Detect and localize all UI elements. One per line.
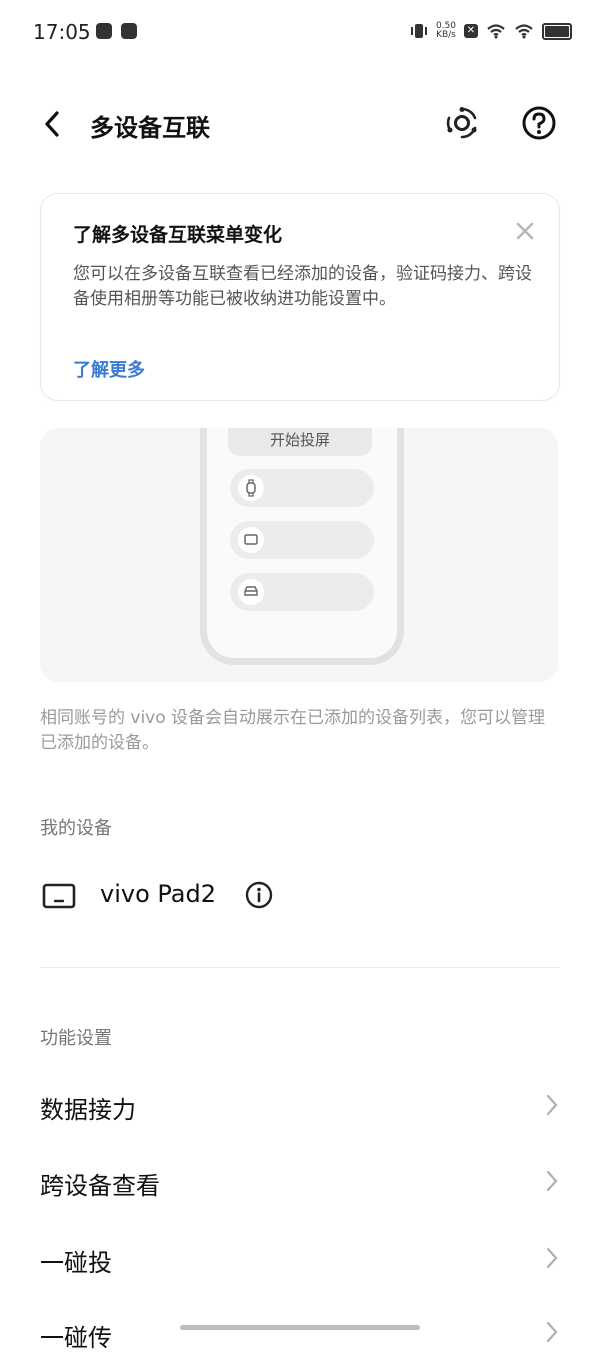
- devices-description: 相同账号的 vivo 设备会自动展示在已添加的设备列表，您可以管理已添加的设备。: [40, 708, 546, 753]
- device-pill-watch: [230, 469, 374, 507]
- setting-cross-device-view[interactable]: 跨设备查看: [40, 1166, 160, 1201]
- info-icon[interactable]: [245, 881, 273, 909]
- setting-data-relay[interactable]: 数据接力: [40, 1090, 136, 1125]
- star-notification-icon: [121, 23, 137, 39]
- chevron-left-icon[interactable]: [40, 108, 66, 140]
- section-divider: [40, 967, 560, 968]
- car-icon: [238, 579, 264, 605]
- x-badge-icon: ✕: [464, 24, 478, 38]
- learn-more-link[interactable]: 了解更多: [73, 356, 145, 382]
- feature-settings-label: 功能设置: [40, 1028, 112, 1049]
- device-hub-icon[interactable]: [444, 105, 480, 141]
- chevron-right-icon: [546, 1321, 558, 1343]
- page-title: 多设备互联: [90, 114, 210, 142]
- device-name[interactable]: vivo Pad2: [100, 880, 216, 908]
- device-pill-car: [230, 573, 374, 611]
- net-speed-unit: KB/s: [436, 30, 456, 40]
- notification-icon: [96, 23, 112, 39]
- home-indicator[interactable]: [180, 1325, 420, 1330]
- device-pill-tablet: [230, 521, 374, 559]
- tablet-icon: [238, 527, 264, 553]
- status-right-group: 0.50 KB/s ✕: [410, 22, 572, 40]
- tablet-icon: [42, 883, 76, 909]
- close-icon[interactable]: [514, 220, 536, 242]
- feature-illustration: 开始投屏: [40, 428, 558, 682]
- vibrate-icon: [410, 24, 427, 38]
- watch-icon: [238, 475, 264, 501]
- wifi-plus-icon: [487, 24, 505, 39]
- info-card-title: 了解多设备互联菜单变化: [73, 224, 283, 246]
- battery-icon: [542, 22, 572, 40]
- setting-one-touch-cast[interactable]: 一碰投: [40, 1243, 112, 1278]
- setting-one-touch-transfer[interactable]: 一碰传: [40, 1318, 112, 1353]
- help-icon[interactable]: [521, 105, 557, 141]
- net-speed: 0.50 KB/s: [436, 22, 456, 40]
- my-devices-label: 我的设备: [40, 818, 112, 839]
- info-card-body: 您可以在多设备互联查看已经添加的设备，验证码接力、跨设备使用相册等功能已被收纳进…: [73, 264, 532, 309]
- start-cast-button: 开始投屏: [228, 428, 372, 456]
- status-time: 17:05: [33, 20, 91, 44]
- chevron-right-icon: [546, 1247, 558, 1269]
- chevron-right-icon: [546, 1094, 558, 1116]
- wifi-icon: [515, 24, 533, 39]
- chevron-right-icon: [546, 1170, 558, 1192]
